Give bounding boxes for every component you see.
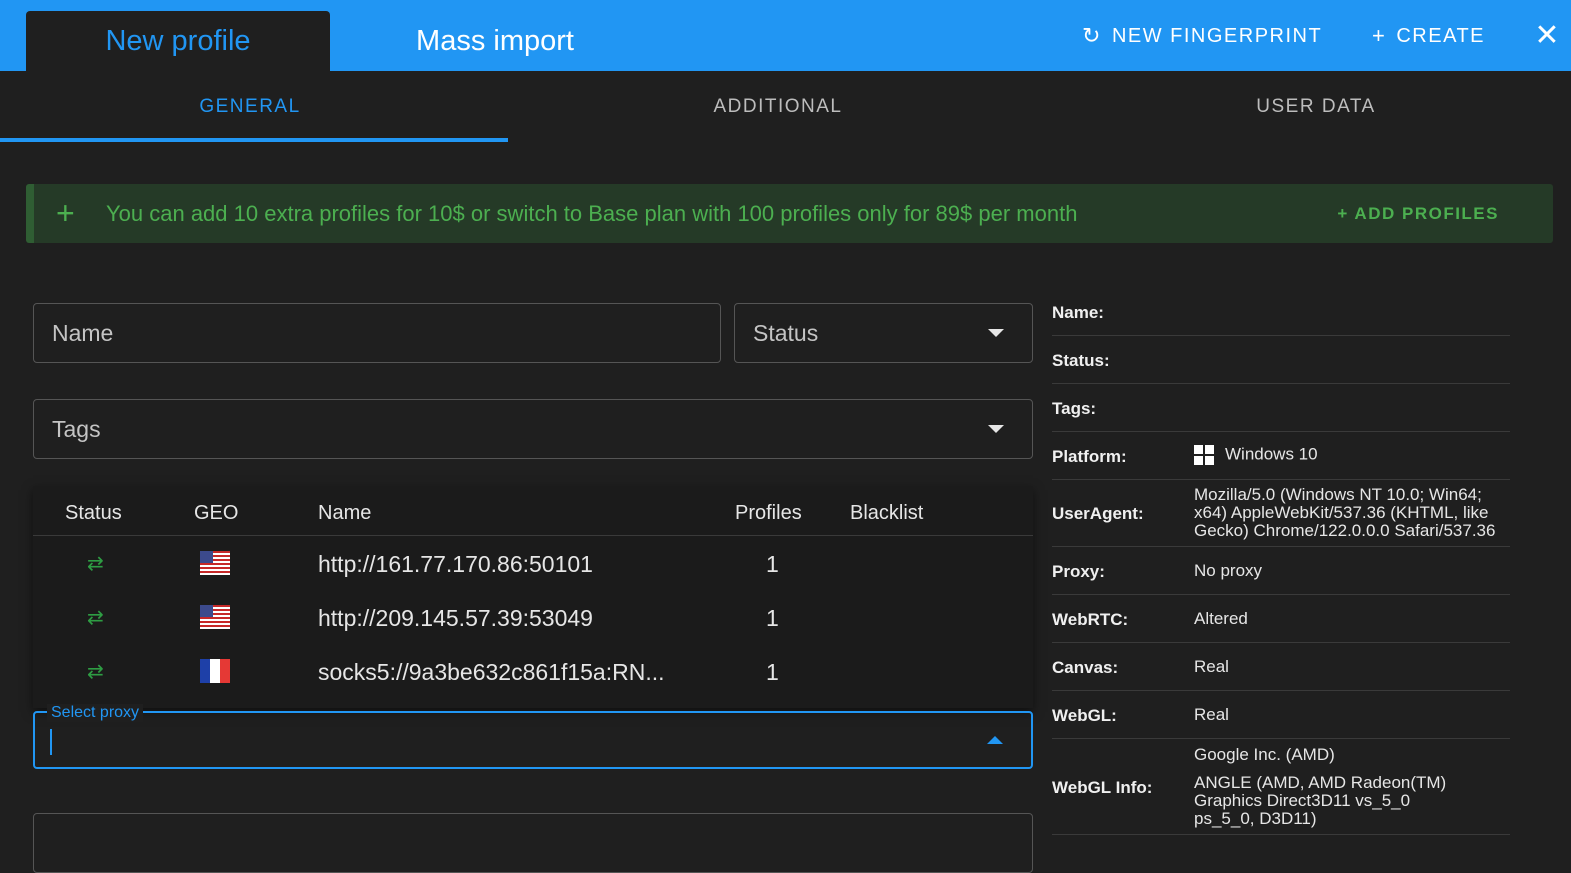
column-profiles: Profiles: [735, 502, 802, 524]
summary-proxy-row: Proxy: No proxy: [1052, 547, 1510, 595]
subtab-bar: GENERAL ADDITIONAL USER DATA: [0, 71, 1571, 143]
new-fingerprint-label: NEW FINGERPRINT: [1111, 24, 1323, 47]
arrows-exchange-icon: ⇄: [87, 661, 104, 683]
proxy-select-input[interactable]: Select proxy: [33, 704, 1033, 769]
create-button[interactable]: + CREATE: [1372, 18, 1485, 54]
column-blacklist: Blacklist: [850, 502, 924, 524]
arrows-exchange-icon: ⇄: [87, 553, 104, 575]
summary-tags-label: Tags:: [1052, 399, 1097, 418]
summary-status-label: Status:: [1052, 351, 1110, 370]
upgrade-banner: + You can add 10 extra profiles for 10$ …: [26, 184, 1553, 243]
plus-icon: +: [1372, 23, 1387, 48]
summary-canvas-value: Real: [1194, 657, 1229, 676]
proxy-profiles: 1: [766, 605, 779, 631]
summary-platform-row: Platform: Windows 10: [1052, 432, 1510, 480]
summary-proxy-value: No proxy: [1194, 561, 1263, 580]
summary-useragent-row: UserAgent: Mozilla/5.0 (Windows NT 10.0;…: [1052, 480, 1510, 547]
summary-useragent-label: UserAgent:: [1052, 504, 1144, 523]
create-label: CREATE: [1396, 24, 1485, 47]
name-placeholder: Name: [52, 319, 114, 346]
summary-webgl-value: Real: [1194, 705, 1229, 724]
summary-webglinfo-vendor: Google Inc. (AMD): [1194, 745, 1335, 764]
profile-summary: Name: Status: Tags: Platform: Windows 10…: [1052, 288, 1510, 835]
proxy-name: http://161.77.170.86:50101: [318, 551, 593, 577]
proxy-name: http://209.145.57.39:53049: [318, 605, 593, 631]
summary-status-row: Status:: [1052, 336, 1510, 384]
summary-webgl-label: WebGL:: [1052, 706, 1117, 725]
summary-canvas-label: Canvas:: [1052, 658, 1119, 677]
summary-webglinfo-renderer: ANGLE (AMD, AMD Radeon(TM) Graphics Dire…: [1194, 773, 1447, 828]
caret-up-icon[interactable]: [987, 736, 1003, 744]
summary-webrtc-value: Altered: [1194, 609, 1248, 628]
summary-proxy-label: Proxy:: [1052, 562, 1105, 581]
column-status: Status: [65, 502, 122, 524]
caret-down-icon: [988, 329, 1004, 337]
windows-icon: [1194, 445, 1215, 465]
tab-new-profile[interactable]: New profile: [26, 11, 330, 71]
status-select[interactable]: Status: [734, 303, 1033, 363]
active-tab-indicator: [0, 138, 508, 142]
tab-user-data[interactable]: USER DATA: [1066, 71, 1566, 143]
platform-text: Windows 10: [1225, 444, 1318, 464]
top-bar: New profile Mass import ↻ NEW FINGERPRIN…: [0, 0, 1571, 71]
tab-additional[interactable]: ADDITIONAL: [528, 71, 1028, 143]
caret-down-icon: [988, 425, 1004, 433]
status-placeholder: Status: [753, 319, 819, 346]
summary-useragent-value: Mozilla/5.0 (Windows NT 10.0; Win64; x64…: [1194, 485, 1496, 540]
summary-webglinfo-label: WebGL Info:: [1052, 778, 1153, 797]
us-flag-icon: [200, 605, 230, 629]
summary-name-label: Name:: [1052, 303, 1104, 322]
summary-platform-label: Platform:: [1052, 447, 1127, 466]
us-flag-icon: [200, 551, 230, 575]
proxy-dropdown: Status GEO Name Profiles Blacklist ⇄ htt…: [33, 486, 1033, 708]
name-input[interactable]: Name: [33, 303, 721, 363]
summary-webrtc-row: WebRTC: Altered: [1052, 595, 1510, 643]
summary-canvas-row: Canvas: Real: [1052, 643, 1510, 691]
proxy-table-header: Status GEO Name Profiles Blacklist: [33, 486, 1033, 536]
column-geo: GEO: [194, 502, 239, 524]
tab-general[interactable]: GENERAL: [0, 71, 500, 143]
banner-message: You can add 10 extra profiles for 10$ or…: [106, 200, 1078, 226]
refresh-icon: ↻: [1082, 23, 1102, 48]
proxy-row[interactable]: ⇄ http://161.77.170.86:50101 1: [33, 537, 1033, 591]
new-fingerprint-button[interactable]: ↻ NEW FINGERPRINT: [1082, 18, 1322, 54]
column-name: Name: [318, 502, 372, 524]
summary-webglinfo-row: WebGL Info: Google Inc. (AMD) ANGLE (AMD…: [1052, 739, 1510, 835]
arrows-exchange-icon: ⇄: [87, 607, 104, 629]
proxy-row[interactable]: ⇄ http://209.145.57.39:53049 1: [33, 591, 1033, 645]
text-cursor: [50, 729, 52, 755]
proxy-profiles: 1: [766, 659, 779, 685]
plus-icon: +: [56, 195, 75, 231]
proxy-select-label: Select proxy: [47, 704, 144, 722]
tags-placeholder: Tags: [52, 415, 101, 442]
summary-platform-value: Windows 10: [1194, 445, 1318, 465]
notes-field[interactable]: [33, 813, 1033, 873]
proxy-name: socks5://9a3be632c861f15a:RN...: [318, 659, 665, 685]
add-profiles-button[interactable]: + ADD PROFILES: [1337, 204, 1499, 224]
proxy-row[interactable]: ⇄ socks5://9a3be632c861f15a:RN... 1: [33, 645, 1033, 699]
summary-name-row: Name:: [1052, 288, 1510, 336]
summary-tags-row: Tags:: [1052, 384, 1510, 432]
summary-webgl-row: WebGL: Real: [1052, 691, 1510, 739]
summary-webrtc-label: WebRTC:: [1052, 610, 1129, 629]
fr-flag-icon: [200, 659, 230, 683]
close-icon[interactable]: ✕: [1530, 17, 1564, 53]
tab-mass-import[interactable]: Mass import: [330, 11, 660, 71]
proxy-profiles: 1: [766, 551, 779, 577]
tags-select[interactable]: Tags: [33, 399, 1033, 459]
